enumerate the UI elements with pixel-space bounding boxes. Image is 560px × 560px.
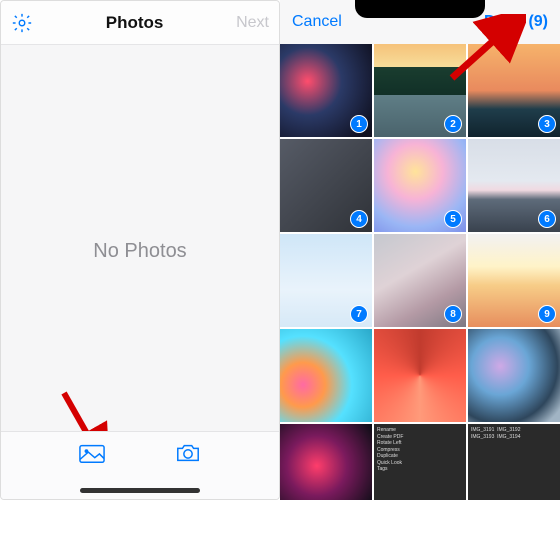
cancel-button[interactable]: Cancel — [292, 13, 342, 31]
gear-icon[interactable] — [11, 12, 33, 34]
home-indicator — [80, 488, 200, 493]
photos-app-screen: Photos Next No Photos — [0, 0, 280, 500]
selection-badge: 1 — [350, 115, 368, 133]
selection-badge: 2 — [444, 115, 462, 133]
grid-thumb[interactable]: 9 — [468, 234, 560, 327]
selection-badge: 5 — [444, 210, 462, 228]
selection-badge: 6 — [538, 210, 556, 228]
photos-header: Photos Next — [1, 1, 279, 45]
annotation-arrow-icon — [444, 14, 526, 86]
grid-thumb[interactable]: 8 — [374, 234, 466, 327]
bottom-tabbar — [1, 431, 279, 499]
next-button: Next — [236, 14, 269, 32]
photo-library-icon[interactable] — [79, 442, 105, 464]
grid-thumb[interactable] — [280, 424, 372, 500]
page-title: Photos — [106, 13, 164, 33]
empty-state-text: No Photos — [1, 240, 279, 263]
grid-thumb[interactable]: 5 — [374, 139, 466, 232]
grid-thumb[interactable]: 6 — [468, 139, 560, 232]
grid-thumb[interactable]: 1 — [280, 44, 372, 137]
camera-icon[interactable] — [175, 442, 201, 464]
selection-badge: 4 — [350, 210, 368, 228]
selection-badge: 8 — [444, 305, 462, 323]
grid-thumb[interactable]: 7 — [280, 234, 372, 327]
grid-thumb[interactable] — [374, 329, 466, 422]
photo-grid[interactable]: 1 2 3 4 5 6 7 8 9 RenameCreate PDFRotate… — [280, 44, 560, 500]
selection-badge: 7 — [350, 305, 368, 323]
grid-thumb[interactable]: 4 — [280, 139, 372, 232]
grid-thumb[interactable] — [468, 329, 560, 422]
grid-thumb[interactable]: RenameCreate PDFRotate LeftCompressDupli… — [374, 424, 466, 500]
selection-badge: 3 — [538, 115, 556, 133]
grid-thumb[interactable]: IMG_3191 IMG_3192IMG_3193 IMG_3194 — [468, 424, 560, 500]
grid-thumb[interactable] — [280, 329, 372, 422]
selection-badge: 9 — [538, 305, 556, 323]
photo-picker-screen: Cancel Done (9) 1 2 3 4 5 6 7 8 9 Rena — [280, 0, 560, 500]
